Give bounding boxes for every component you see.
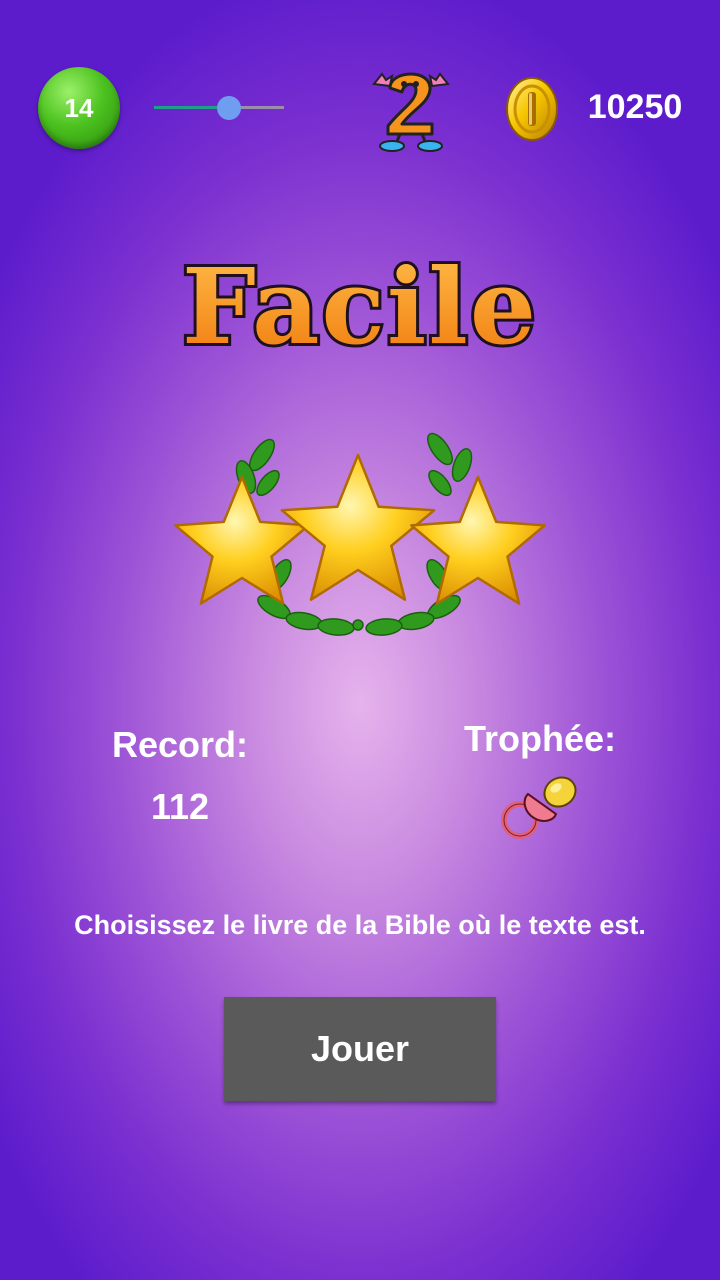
number-2-mascot-icon	[372, 72, 450, 152]
volume-slider[interactable]	[154, 96, 284, 120]
coin-count: 10250	[587, 88, 683, 126]
gold-coin-icon	[506, 77, 558, 141]
difficulty-title: Facile	[179, 242, 539, 371]
star-rating	[174, 432, 546, 636]
star-2	[410, 475, 546, 605]
play-button[interactable]: Jouer	[224, 997, 496, 1101]
star-3	[280, 453, 436, 601]
level-badge[interactable]: 14	[38, 67, 120, 149]
slider-thumb[interactable]	[217, 96, 242, 120]
instruction-text: Choisissez le livre de la Bible où le te…	[74, 910, 646, 940]
record-value: 112	[150, 786, 210, 827]
trophy-label: Trophée:	[463, 718, 616, 759]
difficulty-title-text: Facile	[182, 245, 538, 368]
record-label: Record:	[111, 724, 249, 765]
pacifier-icon	[501, 776, 577, 839]
star-1	[174, 475, 310, 605]
